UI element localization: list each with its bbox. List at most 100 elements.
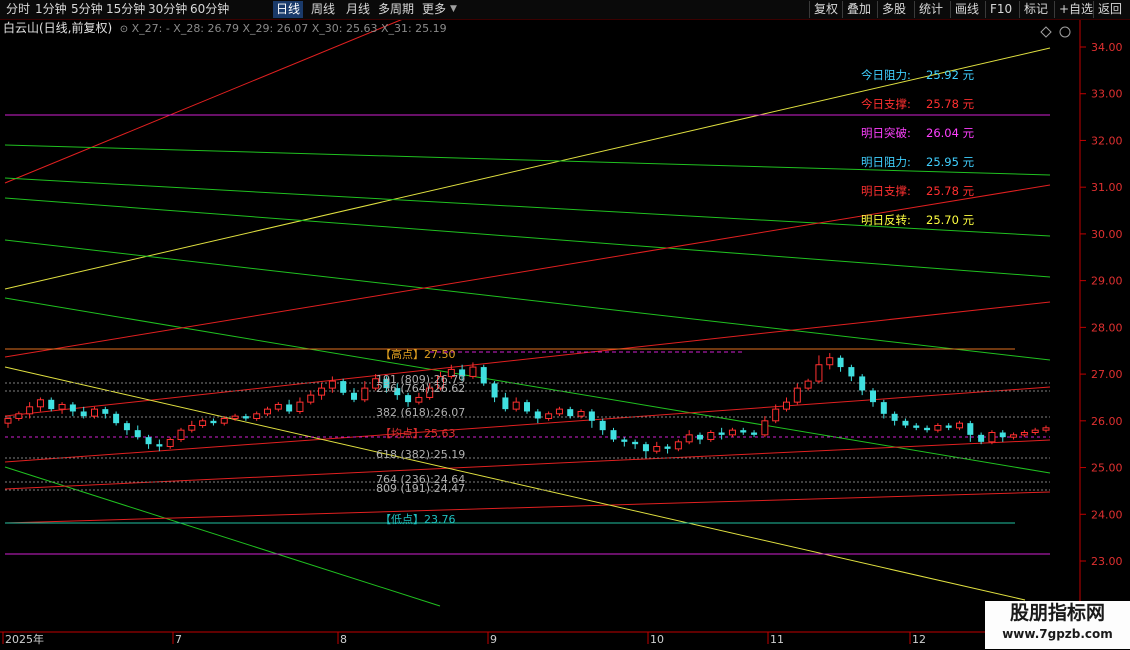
candle <box>815 355 823 384</box>
fib-label-809: 809 (191):24.47 <box>376 482 465 495</box>
candle-body <box>956 422 963 429</box>
period-monthly[interactable]: 月线 <box>346 1 370 18</box>
candle-body <box>697 434 703 440</box>
circle-icon[interactable] <box>1059 26 1071 38</box>
y-tick-label: 32.00 <box>1091 134 1123 147</box>
candle-body <box>253 413 261 419</box>
btn-fuquan[interactable]: 复权 <box>809 1 842 18</box>
candle-body <box>502 397 509 410</box>
y-tick-label: 28.00 <box>1091 321 1123 334</box>
candle-body <box>1031 429 1039 433</box>
candle-body <box>231 415 239 419</box>
btn-fanhui[interactable]: 返回 <box>1093 1 1126 18</box>
candle-body <box>761 420 769 436</box>
candle <box>502 392 509 412</box>
panel-label: 明日反转: <box>861 213 911 227</box>
fib-label-high: 【高点】27.50 <box>380 347 456 361</box>
stock-title: 白云山(日线,前复权) <box>3 21 113 35</box>
period-30min[interactable]: 30分钟 <box>148 1 187 18</box>
trend-line-red-steep <box>4 11 421 184</box>
period-daily[interactable]: 日线 <box>273 1 304 18</box>
candle-body <box>166 439 174 448</box>
btn-tongji[interactable]: 统计 <box>914 1 947 18</box>
candle-body <box>793 387 801 403</box>
btn-zixuan[interactable]: +自选 <box>1054 1 1097 18</box>
candle <box>328 376 336 393</box>
candle <box>102 406 109 419</box>
btn-diejia[interactable]: 叠加 <box>842 1 875 18</box>
trend-line-green-6 <box>4 466 441 607</box>
candle-body <box>415 396 423 403</box>
trend-line-red-3 <box>4 386 1051 463</box>
candle-body <box>48 399 55 410</box>
candle-body <box>524 402 530 412</box>
candle-body <box>328 380 336 389</box>
candle <box>113 411 120 426</box>
x-label-10: 10 <box>650 633 664 646</box>
candle <box>1031 427 1039 435</box>
candle-body <box>837 357 844 368</box>
panel-value: 25.70 元 <box>926 213 975 227</box>
panel-label: 明日突破: <box>861 126 911 140</box>
candle-body <box>859 376 866 391</box>
period-multi[interactable]: 多周期 <box>378 1 414 18</box>
fib-labels: 【高点】27.50 191 (809):26.79 236 (764):26.6… <box>376 347 465 526</box>
candle <box>924 425 931 433</box>
panel-label: 明日支撑: <box>861 184 911 198</box>
candle-body <box>15 413 23 419</box>
candle <box>1010 432 1018 440</box>
panel-value: 25.95 元 <box>926 155 975 169</box>
candle-body <box>1020 432 1028 436</box>
y-axis-ticks: 34.00 33.00 32.00 31.00 30.00 29.00 28.00 27.00… <box>1080 41 1123 568</box>
candle <box>642 441 649 459</box>
more-dropdown-icon[interactable]: ▼ <box>450 1 457 18</box>
candle-body <box>545 413 553 419</box>
candle <box>166 437 174 449</box>
btn-duogu[interactable]: 多股 <box>877 1 910 18</box>
candle <box>296 397 304 414</box>
candle <box>480 364 487 386</box>
candle-body <box>469 366 477 377</box>
fib-label-500: 【均点】25.63 <box>380 427 456 440</box>
period-more[interactable]: 更多 <box>422 1 446 18</box>
candle <box>274 402 282 412</box>
period-5min[interactable]: 5分钟 <box>71 1 103 18</box>
period-1min[interactable]: 1分钟 <box>35 1 67 18</box>
btn-huaxian[interactable]: 画线 <box>950 1 983 18</box>
candle <box>1020 430 1028 438</box>
candle-body <box>318 387 326 396</box>
period-weekly[interactable]: 周线 <box>311 1 335 18</box>
panel-value: 25.78 元 <box>926 97 975 111</box>
trend-line-red-1 <box>4 184 1051 358</box>
candle <box>15 411 23 421</box>
candle <box>567 406 574 419</box>
candle <box>653 441 661 454</box>
candle <box>848 364 855 382</box>
trend-line-green-3 <box>4 197 1051 278</box>
diamond-icon[interactable] <box>1040 26 1052 38</box>
candle <box>1042 425 1050 433</box>
candle-body <box>1042 427 1050 431</box>
candle-body <box>534 411 541 419</box>
candle <box>58 402 66 414</box>
candle-body <box>351 392 357 400</box>
period-15min[interactable]: 15分钟 <box>106 1 145 18</box>
candle-body <box>621 439 628 442</box>
candle-body <box>934 424 942 431</box>
candle-body <box>80 411 87 417</box>
candle-body <box>804 380 812 389</box>
period-fenshi[interactable]: 分时 <box>6 1 30 18</box>
settings-circle-icon[interactable]: ⊙ <box>120 24 128 35</box>
candle-body <box>36 399 44 408</box>
candle <box>123 420 130 435</box>
candle-body <box>924 427 931 431</box>
period-60min[interactable]: 60分钟 <box>190 1 229 18</box>
candle-body <box>728 429 736 436</box>
candle <box>69 402 76 417</box>
candle <box>664 444 671 454</box>
candle-body <box>113 413 120 424</box>
kline-chart[interactable]: 【高点】27.50 191 (809):26.79 236 (764):26.6… <box>0 0 1130 650</box>
btn-f10[interactable]: F10 <box>985 1 1016 18</box>
candle-body <box>599 420 606 431</box>
btn-biaoji[interactable]: 标记 <box>1019 1 1052 18</box>
